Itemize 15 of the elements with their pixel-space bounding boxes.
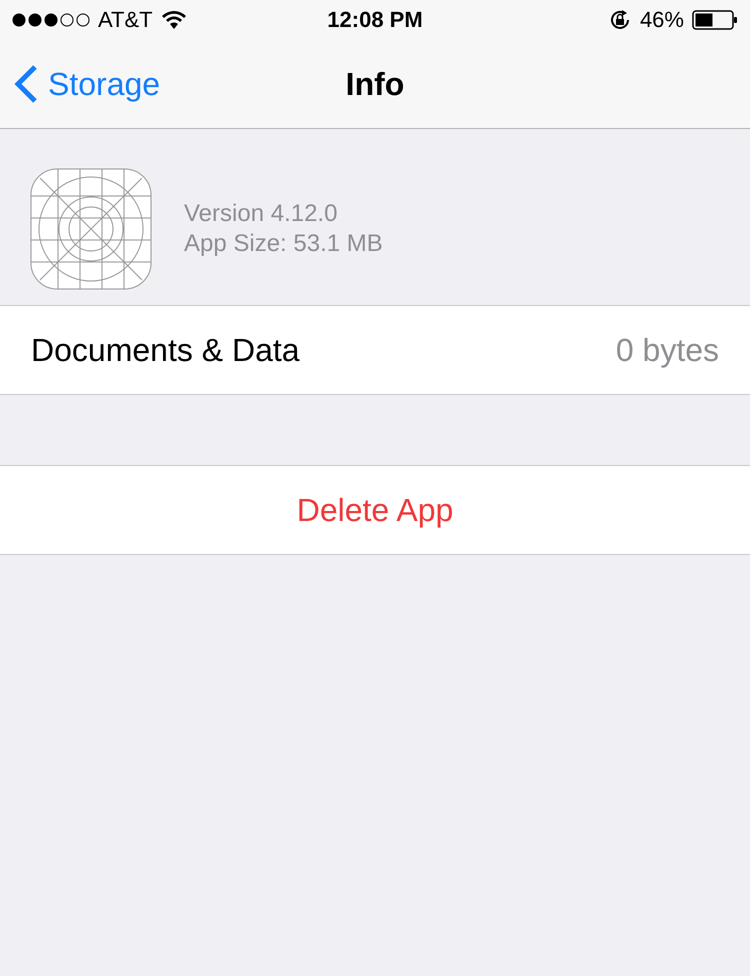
delete-app-button[interactable]: Delete App xyxy=(0,466,750,555)
row-value: 0 bytes xyxy=(616,332,719,368)
page-title: Info xyxy=(346,66,404,102)
chevron-icon xyxy=(14,64,38,104)
carrier-name: AT&T xyxy=(98,7,153,33)
wifi-icon xyxy=(160,10,187,30)
signal-icon xyxy=(12,13,90,27)
app-icon xyxy=(30,168,152,290)
app-version: Version 4.12.0 xyxy=(184,200,338,228)
row-label: Documents & Data xyxy=(31,332,300,368)
clock-time: 12:08 PM xyxy=(327,7,423,33)
battery-icon xyxy=(692,10,738,30)
battery-percent: 46% xyxy=(640,7,684,33)
app-size: App Size: 53.1 MB xyxy=(184,230,383,258)
back-button[interactable]: Storage xyxy=(14,64,160,104)
